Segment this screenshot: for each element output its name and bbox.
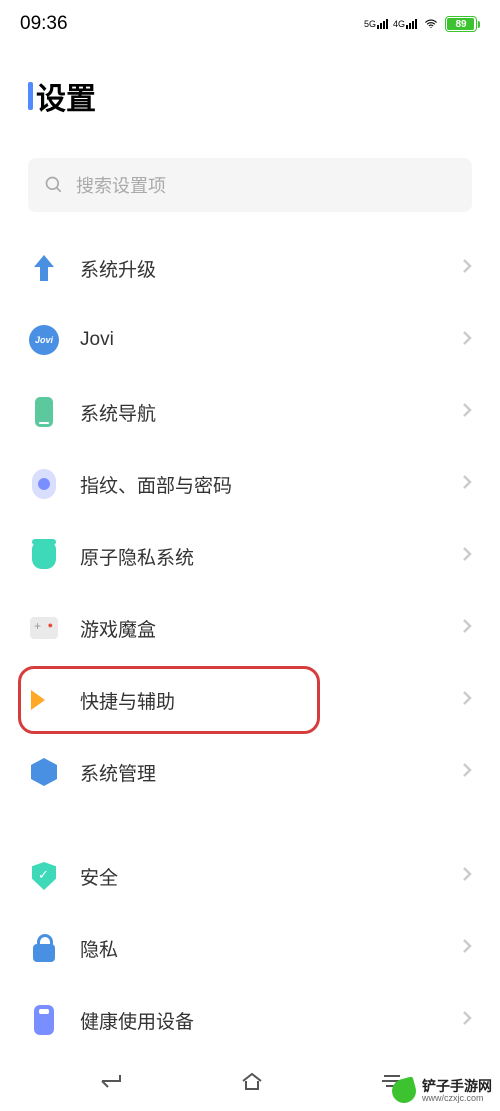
signal-4g: 4G (393, 19, 417, 29)
search-icon (44, 175, 64, 195)
settings-item-digital-wellbeing[interactable]: 健康使用设备 (0, 984, 500, 1056)
settings-item-system-nav[interactable]: 系统导航 (0, 376, 500, 448)
nav-icon (28, 396, 60, 428)
watermark-url: www/czxjc.com (422, 1093, 492, 1103)
settings-item-system-mgmt[interactable]: 系统管理 (0, 736, 500, 808)
settings-item-label: 健康使用设备 (80, 1007, 462, 1034)
jovi-icon: Jovi (28, 324, 60, 356)
battery-indicator: 89 (445, 16, 480, 32)
status-bar: 09:36 5G 4G 89 (0, 0, 500, 44)
settings-item-biometrics[interactable]: 指纹、面部与密码 (0, 448, 500, 520)
settings-item-label: 系统升级 (80, 255, 462, 282)
settings-item-label: 安全 (80, 863, 462, 890)
sysmgmt-icon (28, 756, 60, 788)
search-input[interactable]: 搜索设置项 (28, 158, 472, 212)
gamebox-icon (28, 612, 60, 644)
chevron-right-icon (462, 258, 472, 279)
back-button[interactable] (98, 1071, 124, 1096)
upgrade-icon (28, 252, 60, 284)
settings-item-shortcuts[interactable]: 快捷与辅助 (0, 664, 500, 736)
watermark-logo-icon (389, 1076, 418, 1105)
chevron-right-icon (462, 546, 472, 567)
home-button[interactable] (240, 1071, 264, 1096)
chevron-right-icon (462, 618, 472, 639)
fingerprint-icon (28, 468, 60, 500)
status-indicators: 5G 4G 89 (364, 16, 480, 32)
settings-item-system-upgrade[interactable]: 系统升级 (0, 232, 500, 304)
chevron-right-icon (462, 690, 472, 711)
wifi-icon (422, 17, 440, 31)
privacy-icon (28, 540, 60, 572)
chevron-right-icon (462, 866, 472, 887)
settings-item-privacy[interactable]: 隐私 (0, 912, 500, 984)
settings-item-label: 系统导航 (80, 399, 462, 426)
settings-item-label: 快捷与辅助 (80, 687, 462, 714)
page-header: 设置 (0, 44, 500, 138)
settings-item-security[interactable]: 安全 (0, 840, 500, 912)
signal-5g: 5G (364, 19, 388, 29)
status-time: 09:36 (20, 13, 68, 35)
lock-icon (28, 932, 60, 964)
settings-list: 系统升级 Jovi Jovi 系统导航指纹、面部与密码原子隐私系统游戏魔盒快捷与辅助系… (0, 222, 500, 1066)
chevron-right-icon (462, 474, 472, 495)
watermark: 铲子手游网 www/czxjc.com (392, 1079, 492, 1103)
chevron-right-icon (462, 330, 472, 351)
watermark-brand: 铲子手游网 (422, 1079, 492, 1093)
shortcut-icon (28, 684, 60, 716)
security-icon (28, 860, 60, 892)
settings-item-label: 系统管理 (80, 759, 462, 786)
settings-item-gamebox[interactable]: 游戏魔盒 (0, 592, 500, 664)
settings-item-label: Jovi (80, 329, 462, 351)
settings-item-privacy-system[interactable]: 原子隐私系统 (0, 520, 500, 592)
settings-item-label: 游戏魔盒 (80, 615, 462, 642)
settings-item-label: 隐私 (80, 935, 462, 962)
settings-item-label: 原子隐私系统 (80, 543, 462, 570)
chevron-right-icon (462, 938, 472, 959)
chevron-right-icon (462, 762, 472, 783)
settings-item-label: 指纹、面部与密码 (80, 471, 462, 498)
settings-item-jovi[interactable]: Jovi Jovi (0, 304, 500, 376)
page-title: 设置 (28, 74, 472, 118)
health-icon (28, 1004, 60, 1036)
chevron-right-icon (462, 1010, 472, 1031)
chevron-right-icon (462, 402, 472, 423)
search-placeholder: 搜索设置项 (76, 172, 166, 198)
